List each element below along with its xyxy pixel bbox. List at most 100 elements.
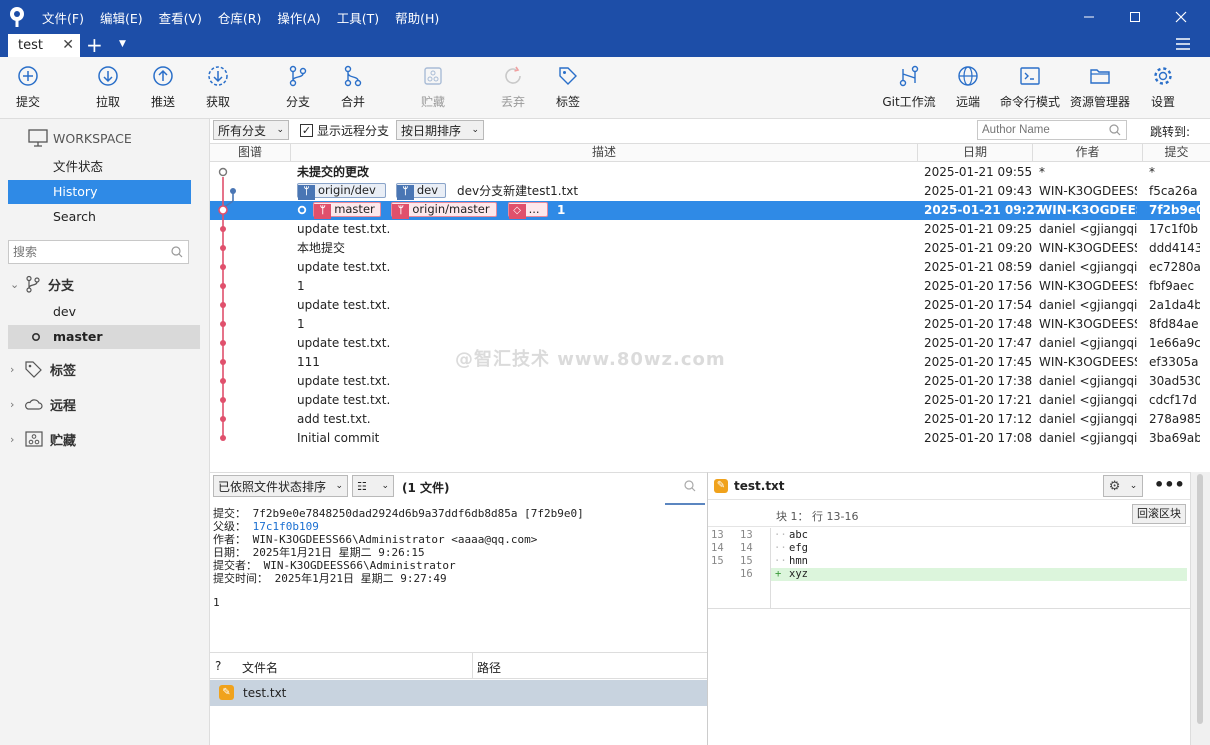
commit-row[interactable]: ᛘ origin/dev ᛘ dev dev分支新建test1.txt 2025-0… [210,182,1200,201]
commit-row[interactable]: Initial commit 2025-01-20 17:08 daniel <gj… [210,429,1200,448]
tag-button[interactable]: 标签 [548,57,588,119]
settings-button[interactable]: 设置 [1143,57,1183,119]
local-branch-tag[interactable]: ᛘ master [313,202,382,219]
show-remote-branches-checkbox[interactable]: ✓ 显示远程分支 [300,122,389,139]
stash-button[interactable]: 贮藏 [413,57,453,119]
commit-row[interactable]: 1 2025-01-20 17:48 WIN-K3OGDEESS 8fd84ae [210,315,1200,334]
tag-label-badge[interactable]: ◇... [507,202,548,219]
sidebar-item-file-status[interactable]: 文件状态 [8,155,191,179]
remote-branch-tag[interactable]: ᛘ origin/master [391,202,498,219]
column-graph[interactable]: 图谱 [210,144,291,162]
terminal-button[interactable]: 命令行模式 [998,57,1062,119]
branch-item-master[interactable]: master [8,325,200,349]
scrollbar-thumb[interactable] [1197,474,1203,724]
tag-label: 标签 [555,95,580,109]
stashes-section[interactable]: › 贮藏 [10,427,76,451]
commit-hash: 8fd84ae [1149,317,1199,331]
menu-tools[interactable]: 工具(T) [337,8,379,27]
remotes-section[interactable]: › 远程 [10,392,76,416]
jump-to-label[interactable]: 跳转到: [1150,123,1190,140]
local-branch-tag[interactable]: ᛘ dev [395,183,446,200]
sidebar-item-search[interactable]: Search [8,205,191,229]
minimize-button[interactable] [1066,0,1112,34]
commit-row[interactable]: update test.txt. 2025-01-20 17:54 daniel <… [210,296,1200,315]
fetch-button[interactable]: 获取 [198,57,238,119]
commit-description: update test.txt. [297,336,391,350]
hamburger-menu-icon[interactable] [1175,36,1191,55]
column-filename[interactable]: 文件名 [242,659,278,676]
column-divider[interactable] [472,653,473,679]
menu-actions[interactable]: 操作(A) [277,8,320,27]
head-marker-icon [297,205,307,214]
sidebar-item-history[interactable]: History [8,180,191,204]
column-commit[interactable]: 提交 [1143,144,1210,162]
commit-hash: 3ba69ab [1149,431,1200,445]
menu-file[interactable]: 文件(F) [42,8,84,27]
show-remote-label: 显示远程分支 [317,124,390,138]
commit-row[interactable]: update test.txt. 2025-01-20 17:21 daniel <… [210,391,1200,410]
sidebar-search-box[interactable] [8,240,189,264]
explorer-button[interactable]: 资源管理器 [1068,57,1132,119]
branches-section[interactable]: ⌄ 分支 [10,272,74,296]
new-line-number: 13 [740,529,753,541]
menu-edit[interactable]: 编辑(E) [100,8,143,27]
menu-help[interactable]: 帮助(H) [395,8,439,27]
column-author[interactable]: 作者 [1033,144,1143,162]
branch-item-dev[interactable]: dev [8,300,191,324]
pull-button[interactable]: 拉取 [88,57,128,119]
commit-row[interactable]: update test.txt. 2025-01-21 08:59 daniel <… [210,258,1200,277]
discard-button[interactable]: 丢弃 [493,57,533,119]
sort-order-dropdown[interactable]: 按日期排序 ⌄ [396,120,484,140]
menu-view[interactable]: 查看(V) [159,8,202,27]
commit-hash: f5ca26a [1149,184,1198,198]
author-name-input[interactable] [982,123,1102,137]
file-sort-dropdown[interactable]: 已依照文件状态排序 ⌄ [213,475,348,497]
gitflow-button[interactable]: Git工作流 [880,57,938,119]
push-icon [153,66,173,86]
menu-repository[interactable]: 仓库(R) [218,8,261,27]
push-button[interactable]: 推送 [143,57,183,119]
commit-row[interactable]: add test.txt. 2025-01-20 17:12 daniel <gji… [210,410,1200,429]
view-mode-dropdown[interactable]: ☷ ⌄ [352,475,394,497]
branch-button[interactable]: 分支 [278,57,318,119]
sidebar-search-input[interactable] [13,244,163,260]
repo-tab[interactable]: test ✕ [8,34,80,57]
old-line-number: 13 [711,529,724,541]
commit-row[interactable]: 1 2025-01-20 17:56 WIN-K3OGDEESS fbf9aec [210,277,1200,296]
tags-section[interactable]: › 标签 [10,357,76,381]
column-date[interactable]: 日期 [918,144,1033,162]
commit-row[interactable]: 未提交的更改 2025-01-21 09:55 * * [210,163,1200,182]
commit-row[interactable]: 本地提交 2025-01-21 09:20 WIN-K3OGDEESS ddd4143 [210,239,1200,258]
tab-close-icon[interactable]: ✕ [62,37,74,53]
commit-row[interactable]: update test.txt. 2025-01-20 17:38 daniel <… [210,372,1200,391]
close-window-button[interactable] [1158,0,1204,34]
commit-row-selected[interactable]: ᛘ master ᛘ origin/master ◇... 1 2025-01-21… [210,201,1200,220]
commit-date: 2025-01-21 09:55 [924,165,1033,179]
commit-button[interactable]: 提交 [8,57,48,119]
column-description[interactable]: 描述 [291,144,918,162]
pull-icon [98,66,118,86]
commit-date: 2025-01-20 17:12 [924,412,1033,426]
search-icon[interactable] [684,480,696,492]
terminal-label: 命令行模式 [999,95,1060,109]
commit-row[interactable]: update test.txt. 2025-01-21 09:25 daniel <… [210,220,1200,239]
column-path[interactable]: 路径 [477,659,501,676]
panel-splitter[interactable] [210,448,1210,472]
diff-options-button[interactable]: ⚙ ⌄ [1103,475,1143,497]
commit-description: 1 [297,279,305,293]
more-options-icon[interactable]: ••• [1154,475,1185,494]
maximize-button[interactable] [1112,0,1158,34]
branch-filter-dropdown[interactable]: 所有分支 ⌄ [213,120,289,140]
merge-button[interactable]: 合并 [333,57,373,119]
remote-label: 远端 [955,95,980,109]
branch-icon [26,275,40,293]
column-status[interactable]: ? [215,659,221,673]
new-tab-icon[interactable]: + [86,35,103,55]
author-filter-box[interactable] [977,120,1127,140]
vertical-scrollbar[interactable] [1190,472,1210,745]
file-row-selected[interactable]: ✎ test.txt [210,680,707,706]
remote-button[interactable]: 远端 [948,57,988,119]
remote-branch-tag[interactable]: ᛘ origin/dev [297,183,386,200]
tab-list-dropdown-icon[interactable]: ▼ [119,39,126,49]
discard-hunk-button[interactable]: 回滚区块 [1132,504,1186,524]
